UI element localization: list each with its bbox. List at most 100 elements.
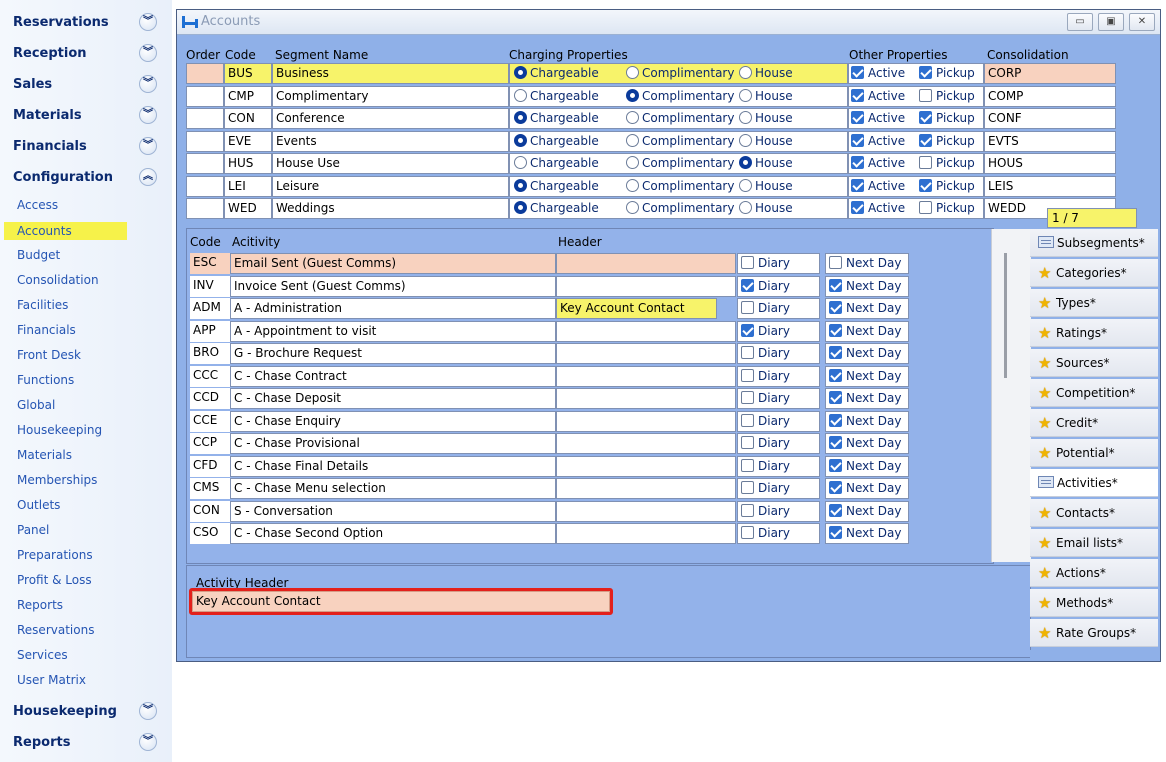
tab-competition[interactable]: ★ Competition* (1030, 379, 1158, 407)
nav-item[interactable]: Housekeeping (0, 418, 172, 443)
tab-categories[interactable]: ★ Categories* (1030, 259, 1158, 287)
tab-types[interactable]: ★ Types* (1030, 289, 1158, 317)
diary-checkbox[interactable]: Diary (737, 275, 820, 297)
segment-consolidation-cell[interactable]: HOUS (984, 153, 1116, 174)
checkbox-icon[interactable] (829, 413, 842, 427)
radio-complimentary[interactable]: Complimentary (626, 154, 734, 173)
activity-code-cell[interactable]: APP (190, 320, 230, 342)
activity-header-cell[interactable] (556, 365, 736, 387)
segment-order-cell[interactable] (186, 175, 224, 197)
checkbox-icon[interactable] (829, 368, 842, 382)
next-day-checkbox[interactable]: Next Day (825, 253, 909, 274)
radio-complimentary-icon[interactable] (626, 201, 639, 214)
chevron-down-icon[interactable]: ︾ (139, 702, 157, 720)
checkbox-icon[interactable] (829, 503, 842, 517)
activity-header-cell[interactable]: Key Account Contact (556, 298, 717, 319)
radio-house-icon[interactable] (739, 66, 752, 79)
nav-item[interactable]: Access (0, 193, 172, 218)
activity-name-cell[interactable]: Invoice Sent (Guest Comms) (230, 275, 556, 297)
activity-code-cell[interactable]: CFD (190, 455, 230, 477)
tab-ratings[interactable]: ★ Ratings* (1030, 319, 1158, 347)
radio-house[interactable]: House (739, 109, 793, 128)
diary-checkbox[interactable]: Diary (737, 433, 820, 454)
checkbox-icon[interactable] (741, 503, 754, 517)
radio-chargeable[interactable]: Chargeable (514, 132, 599, 151)
diary-checkbox[interactable]: Diary (737, 478, 820, 499)
radio-house[interactable]: House (739, 64, 793, 83)
activity-header-input[interactable]: Key Account Contact (192, 591, 610, 612)
segment-order-cell[interactable] (186, 63, 224, 84)
checkbox-icon[interactable] (829, 526, 842, 539)
radio-chargeable-icon[interactable] (514, 111, 527, 124)
checkbox-icon[interactable] (829, 301, 842, 314)
checkbox-icon[interactable] (829, 458, 842, 472)
radio-house-icon[interactable] (739, 156, 752, 169)
segment-consolidation-cell[interactable]: CORP (984, 63, 1116, 84)
checkbox-icon[interactable] (741, 526, 754, 539)
active-checkbox[interactable]: Active (851, 87, 905, 106)
radio-complimentary[interactable]: Complimentary (626, 87, 734, 106)
nav-item[interactable]: Services (0, 643, 172, 668)
active-checkbox[interactable]: Active (851, 132, 905, 151)
activity-header-cell[interactable] (556, 343, 736, 364)
nav-item[interactable]: Consolidation (0, 268, 172, 293)
nav-group-0[interactable]: Reservations ︾ (0, 8, 172, 36)
activity-header-cell[interactable] (556, 388, 736, 409)
diary-checkbox[interactable]: Diary (737, 320, 820, 342)
segment-code-cell[interactable]: CON (224, 108, 272, 129)
activity-code-cell[interactable]: CCE (190, 410, 230, 432)
next-day-checkbox[interactable]: Next Day (825, 275, 909, 297)
diary-checkbox[interactable]: Diary (737, 388, 820, 409)
activity-header-cell[interactable] (556, 275, 736, 297)
segment-order-cell[interactable] (186, 108, 224, 129)
pickup-checkbox[interactable]: Pickup (919, 132, 975, 151)
checkbox-icon[interactable] (919, 201, 932, 214)
activity-code-cell[interactable]: CSO (190, 523, 230, 544)
nav-item[interactable]: Materials (0, 443, 172, 468)
chevron-down-icon[interactable]: ︾ (139, 44, 157, 62)
checkbox-icon[interactable] (741, 481, 754, 494)
activities-scrollbar[interactable] (991, 229, 1031, 562)
segment-consolidation-cell[interactable]: EVTS (984, 130, 1116, 152)
nav-item[interactable]: Panel (0, 518, 172, 543)
radio-house-icon[interactable] (739, 133, 752, 147)
checkbox-icon[interactable] (851, 133, 864, 147)
pickup-checkbox[interactable]: Pickup (919, 87, 975, 106)
chevron-down-icon[interactable]: ︾ (139, 137, 157, 155)
checkbox-icon[interactable] (741, 458, 754, 472)
pickup-checkbox[interactable]: Pickup (919, 109, 975, 128)
radio-chargeable-icon[interactable] (514, 156, 527, 169)
nav-item[interactable]: Outlets (0, 493, 172, 518)
nav-group-5[interactable]: Configuration ︽ (0, 163, 172, 191)
activity-code-cell[interactable]: ADM (190, 298, 230, 319)
nav-item[interactable]: Profit & Loss (0, 568, 172, 593)
checkbox-icon[interactable] (741, 346, 754, 359)
activity-name-cell[interactable]: C - Chase Contract (230, 365, 556, 387)
activity-code-cell[interactable]: CCC (190, 365, 230, 387)
nav-item[interactable]: User Matrix (0, 668, 172, 693)
checkbox-icon[interactable] (829, 436, 842, 449)
diary-checkbox[interactable]: Diary (737, 523, 820, 544)
segment-name-cell[interactable]: Events (272, 130, 509, 152)
checkbox-icon[interactable] (829, 346, 842, 359)
pickup-checkbox[interactable]: Pickup (919, 199, 975, 218)
checkbox-icon[interactable] (829, 391, 842, 404)
nav-item[interactable]: Reservations (0, 618, 172, 643)
activity-header-cell[interactable] (556, 433, 736, 454)
tab-email-lists[interactable]: ★ Email lists* (1030, 529, 1158, 557)
activity-code-cell[interactable]: ESC (190, 253, 230, 274)
activity-name-cell[interactable]: G - Brochure Request (230, 343, 556, 364)
tab-subsegments[interactable]: Subsegments* (1030, 229, 1158, 257)
next-day-checkbox[interactable]: Next Day (825, 500, 909, 522)
next-day-checkbox[interactable]: Next Day (825, 523, 909, 544)
segment-consolidation-cell[interactable]: LEIS (984, 175, 1116, 197)
activity-name-cell[interactable]: C - Chase Deposit (230, 388, 556, 409)
radio-complimentary[interactable]: Complimentary (626, 64, 734, 83)
nav-item[interactable]: Global (0, 393, 172, 418)
activity-code-cell[interactable]: CMS (190, 478, 230, 499)
pickup-checkbox[interactable]: Pickup (919, 177, 975, 196)
diary-checkbox[interactable]: Diary (737, 410, 820, 432)
tab-rate-groups[interactable]: ★ Rate Groups* (1030, 619, 1158, 647)
checkbox-icon[interactable] (741, 391, 754, 404)
activity-code-cell[interactable]: BRO (190, 343, 230, 364)
